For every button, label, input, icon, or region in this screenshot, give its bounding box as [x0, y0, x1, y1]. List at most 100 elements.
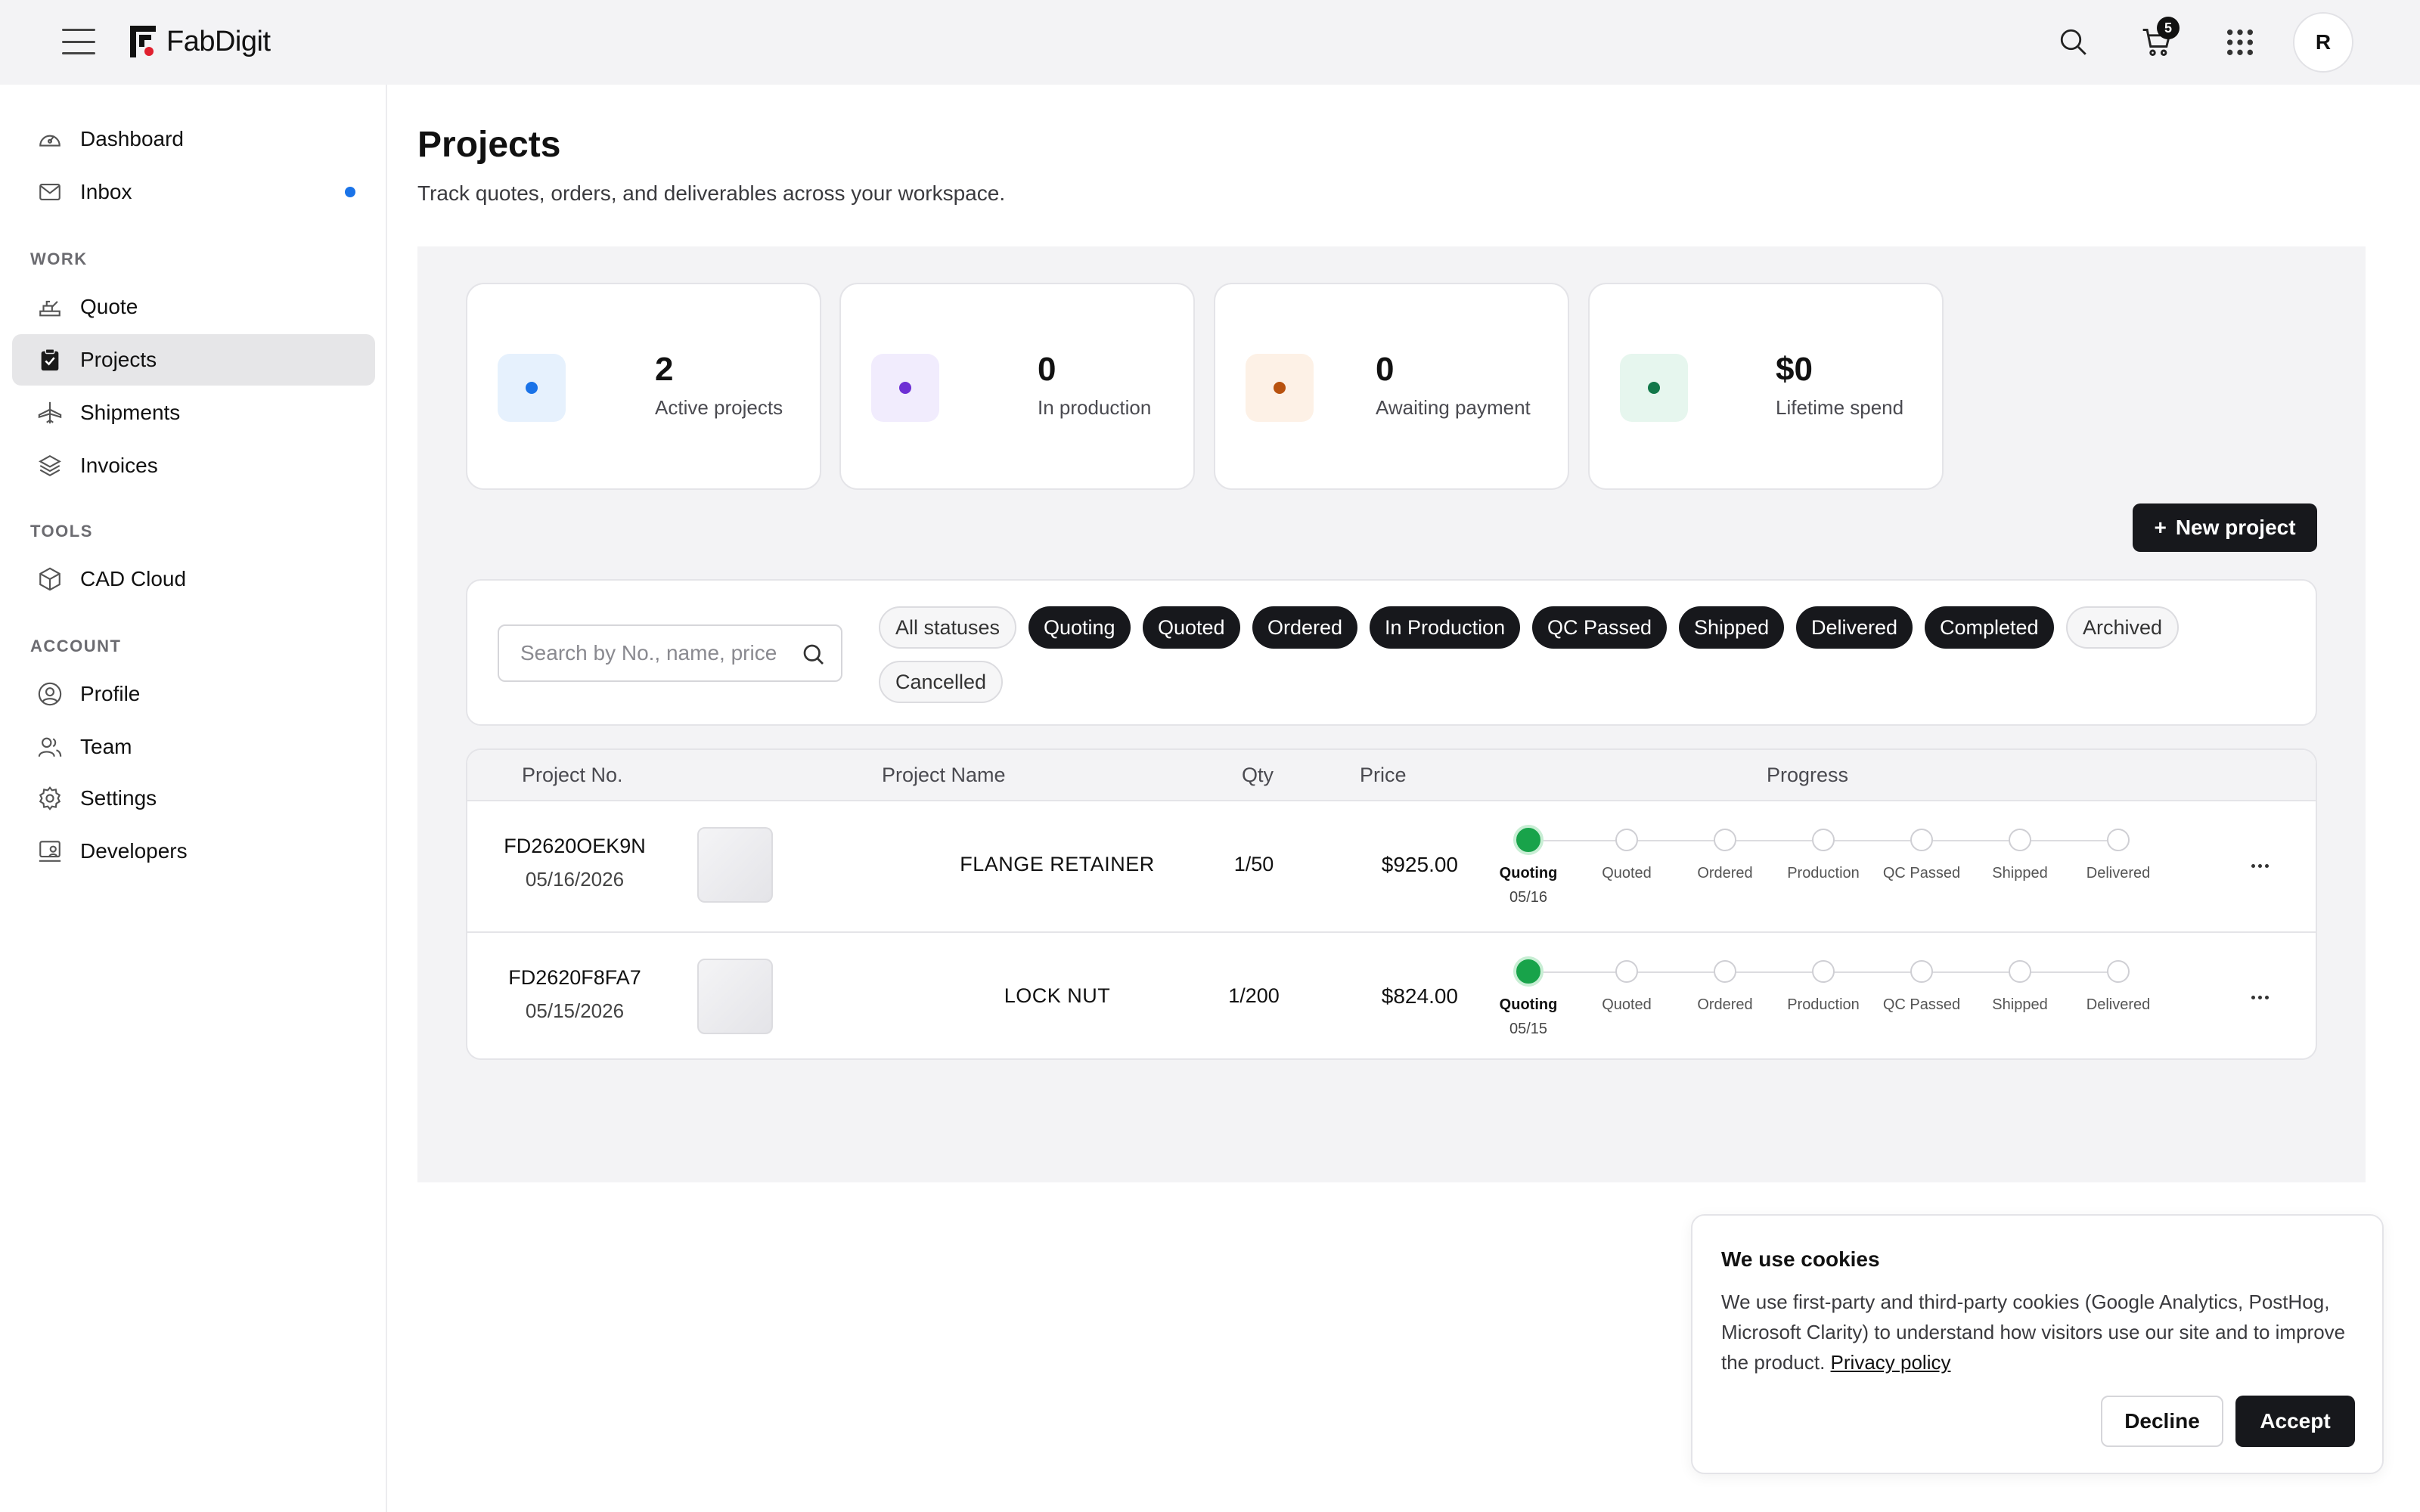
apps-grid-icon[interactable] [2219, 21, 2261, 64]
column-header-qty[interactable]: Qty [1242, 764, 1274, 787]
filter-bar: All statuses Quoting Quoted Ordered In Produ… [466, 579, 2317, 726]
progress-step-label: Quoting [1499, 996, 1558, 1013]
progress-step-label: Ordered [1697, 865, 1753, 881]
stat-value: 0 [1038, 351, 1056, 388]
stat-icon [1620, 354, 1688, 422]
filter-chip-qc-passed[interactable]: QC Passed [1532, 606, 1668, 649]
cookie-body: We use first-party and third-party cooki… [1721, 1290, 2346, 1374]
progress-step-label: Production [1787, 865, 1860, 881]
sidebar-item-team[interactable]: Team [12, 721, 375, 773]
progress-dot [2107, 960, 2130, 983]
search-icon[interactable] [800, 641, 827, 668]
sidebar-item-inbox[interactable]: Inbox [12, 166, 375, 218]
mail-icon [36, 178, 64, 206]
progress-dot [1714, 960, 1736, 983]
team-icon [36, 733, 64, 761]
column-header-price[interactable]: Price [1360, 764, 1407, 787]
user-circle-icon [36, 680, 64, 708]
projects-panel: 2 Active projects 0 In production 0 Awai… [417, 246, 2366, 1182]
sidebar-item-profile[interactable]: Profile [12, 668, 375, 720]
progress-step-label: QC Passed [1882, 865, 1961, 881]
progress-step-label: Quoted [1602, 996, 1652, 1013]
table-row[interactable]: FD2620OEK9N 05/16/2026 FLANGE RETAINER 1… [467, 801, 2316, 931]
sidebar-item-settings[interactable]: Settings [12, 773, 375, 824]
stat-value: 0 [1376, 351, 1395, 388]
sidebar-item-label: Dashboard [80, 127, 184, 150]
progress-step-label: Ordered [1697, 996, 1753, 1013]
quote-icon [36, 293, 64, 321]
stat-label: Lifetime spend [1776, 396, 1904, 419]
accept-button[interactable]: Accept [2235, 1396, 2355, 1447]
stat-card-in-production: 0 In production [839, 283, 1195, 490]
stat-label: Awaiting payment [1376, 396, 1531, 419]
sidebar-item-invoices[interactable]: Invoices [12, 440, 375, 491]
sidebar-item-dashboard[interactable]: Dashboard [12, 113, 375, 165]
progress-dot [2009, 829, 2031, 851]
filter-chip-delivered[interactable]: Delivered [1796, 606, 1913, 649]
progress-dot [1615, 829, 1638, 851]
search-input[interactable] [520, 641, 793, 665]
progress-step-label: Delivered [2086, 996, 2151, 1013]
filter-chip-ordered[interactable]: Ordered [1252, 606, 1358, 649]
sidebar-section-work: WORK [30, 249, 88, 268]
sidebar-section-account: ACCOUNT [30, 637, 122, 655]
part-thumbnail[interactable] [697, 959, 773, 1034]
part-thumbnail[interactable] [697, 827, 773, 903]
logo-icon [130, 26, 156, 57]
sidebar-item-label: Projects [80, 348, 157, 371]
project-number[interactable]: FD2620OEK9N [467, 835, 682, 858]
more-options-icon[interactable] [2245, 854, 2275, 877]
table-row[interactable]: FD2620F8FA7 05/15/2026 LOCK NUT 1/200 $8… [467, 931, 2316, 1058]
filter-chip-quoting[interactable]: Quoting [1028, 606, 1131, 649]
more-options-icon[interactable] [2245, 986, 2275, 1009]
sidebar-item-quote[interactable]: Quote [12, 281, 375, 333]
project-name: FLANGE RETAINER [960, 853, 1155, 875]
progress-dot-current [1513, 956, 1544, 987]
stat-label: In production [1038, 396, 1152, 419]
menu-icon[interactable] [62, 29, 95, 54]
plane-icon [36, 399, 64, 426]
search-field[interactable] [498, 624, 842, 682]
project-qty: 1/50 [1233, 853, 1274, 875]
project-number[interactable]: FD2620F8FA7 [467, 966, 682, 990]
search-icon[interactable] [2052, 21, 2095, 64]
logo[interactable]: FabDigit [129, 24, 271, 59]
new-project-button[interactable]: + New project [2133, 503, 2317, 552]
progress-dot-current [1513, 825, 1544, 855]
filter-chip-all-statuses[interactable]: All statuses [879, 606, 1017, 649]
sidebar-item-label: Quote [80, 295, 138, 318]
filter-chip-quoted[interactable]: Quoted [1143, 606, 1240, 649]
progress-dot [1615, 960, 1638, 983]
stat-icon [1246, 354, 1314, 422]
privacy-policy-link[interactable]: Privacy policy [1831, 1351, 1951, 1374]
unread-dot [345, 187, 355, 197]
filter-chip-shipped[interactable]: Shipped [1679, 606, 1785, 649]
progress-step-label: Production [1787, 996, 1860, 1013]
sidebar-item-developers[interactable]: Developers [12, 826, 375, 877]
filter-chip-cancelled[interactable]: Cancelled [879, 661, 1004, 703]
sidebar-item-label: Inbox [80, 180, 132, 203]
sidebar-item-shipments[interactable]: Shipments [12, 387, 375, 438]
column-header-project-no[interactable]: Project No. [522, 764, 623, 787]
decline-button[interactable]: Decline [2101, 1396, 2223, 1447]
sidebar-item-projects[interactable]: Projects [12, 334, 375, 386]
filter-chip-archived[interactable]: Archived [2066, 606, 2180, 649]
progress-step-label: QC Passed [1882, 996, 1961, 1013]
cart-icon[interactable]: 5 [2136, 17, 2180, 64]
sidebar: Dashboard Inbox WORK Quote Projects Ship… [0, 85, 387, 1512]
stat-card-awaiting-payment: 0 Awaiting payment [1214, 283, 1569, 490]
sidebar-item-label: Team [80, 735, 132, 758]
project-date: 05/15/2026 [525, 999, 625, 1022]
progress-step-label: Shipped [1992, 865, 2048, 881]
progress-dot [2009, 960, 2031, 983]
filter-chip-completed[interactable]: Completed [1925, 606, 2054, 649]
page-subtitle: Track quotes, orders, and deliverables a… [417, 181, 1006, 205]
filter-chip-in-production[interactable]: In Production [1370, 606, 1521, 649]
column-header-progress: Progress [1767, 764, 1849, 786]
cart-count-badge: 5 [2157, 17, 2180, 39]
avatar[interactable]: R [2293, 12, 2353, 73]
sidebar-section-tools: TOOLS [30, 522, 93, 541]
sidebar-item-cad-cloud[interactable]: CAD Cloud [12, 553, 375, 605]
column-header-project-name[interactable]: Project Name [882, 764, 1006, 787]
new-project-label: New project [2175, 516, 2296, 539]
